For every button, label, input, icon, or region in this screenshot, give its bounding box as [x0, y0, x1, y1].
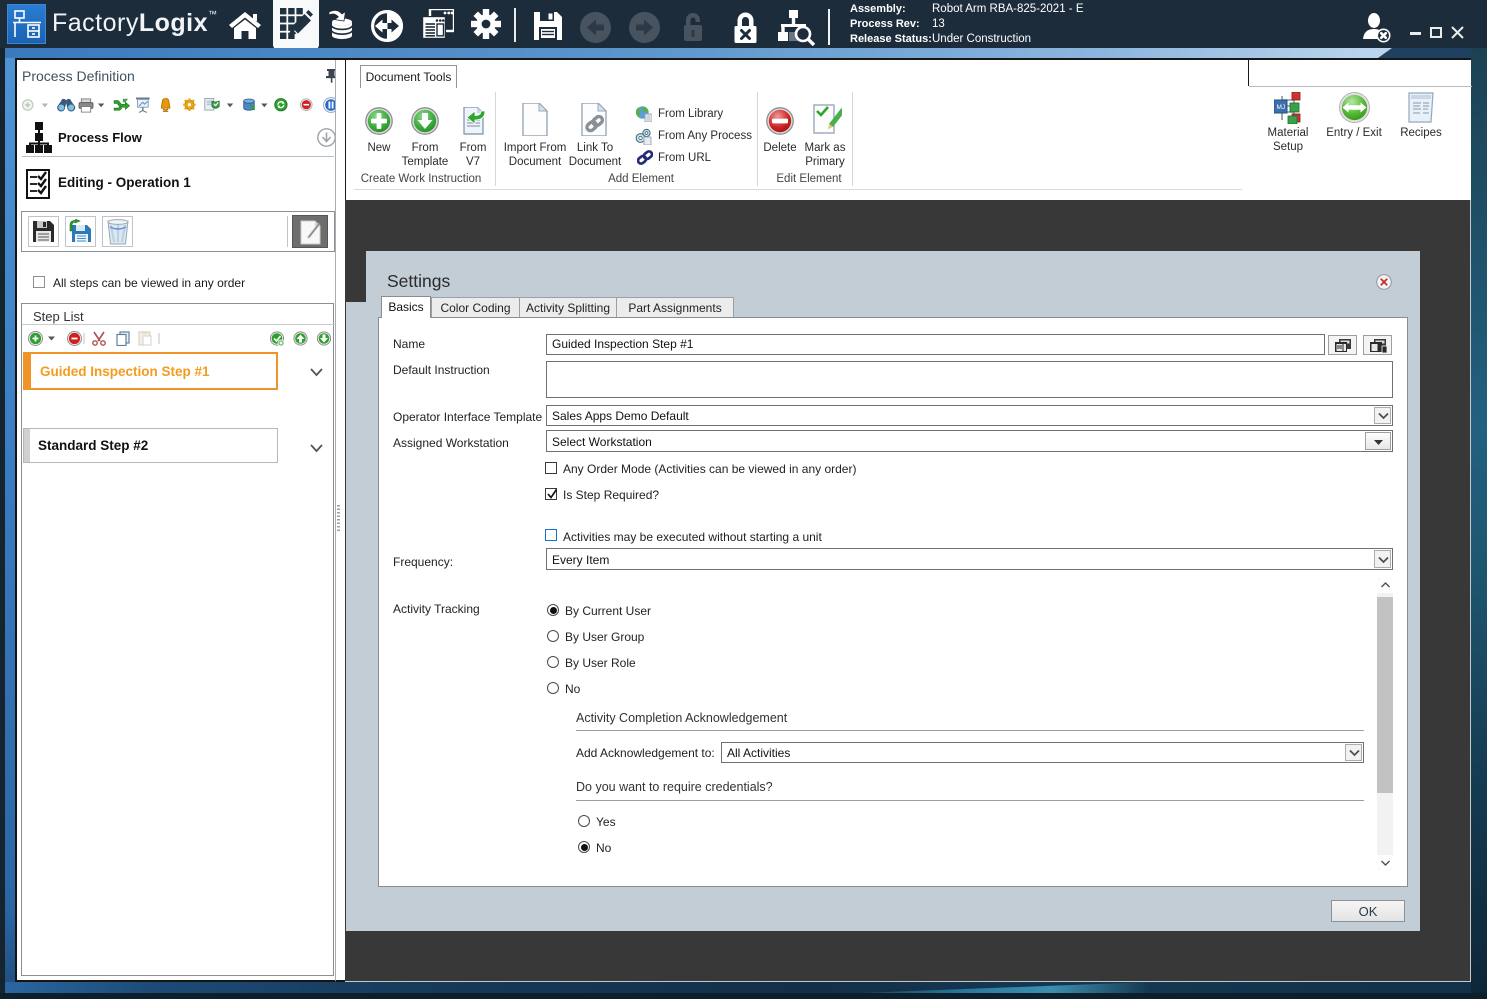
svg-text:MJ: MJ: [1277, 104, 1286, 111]
